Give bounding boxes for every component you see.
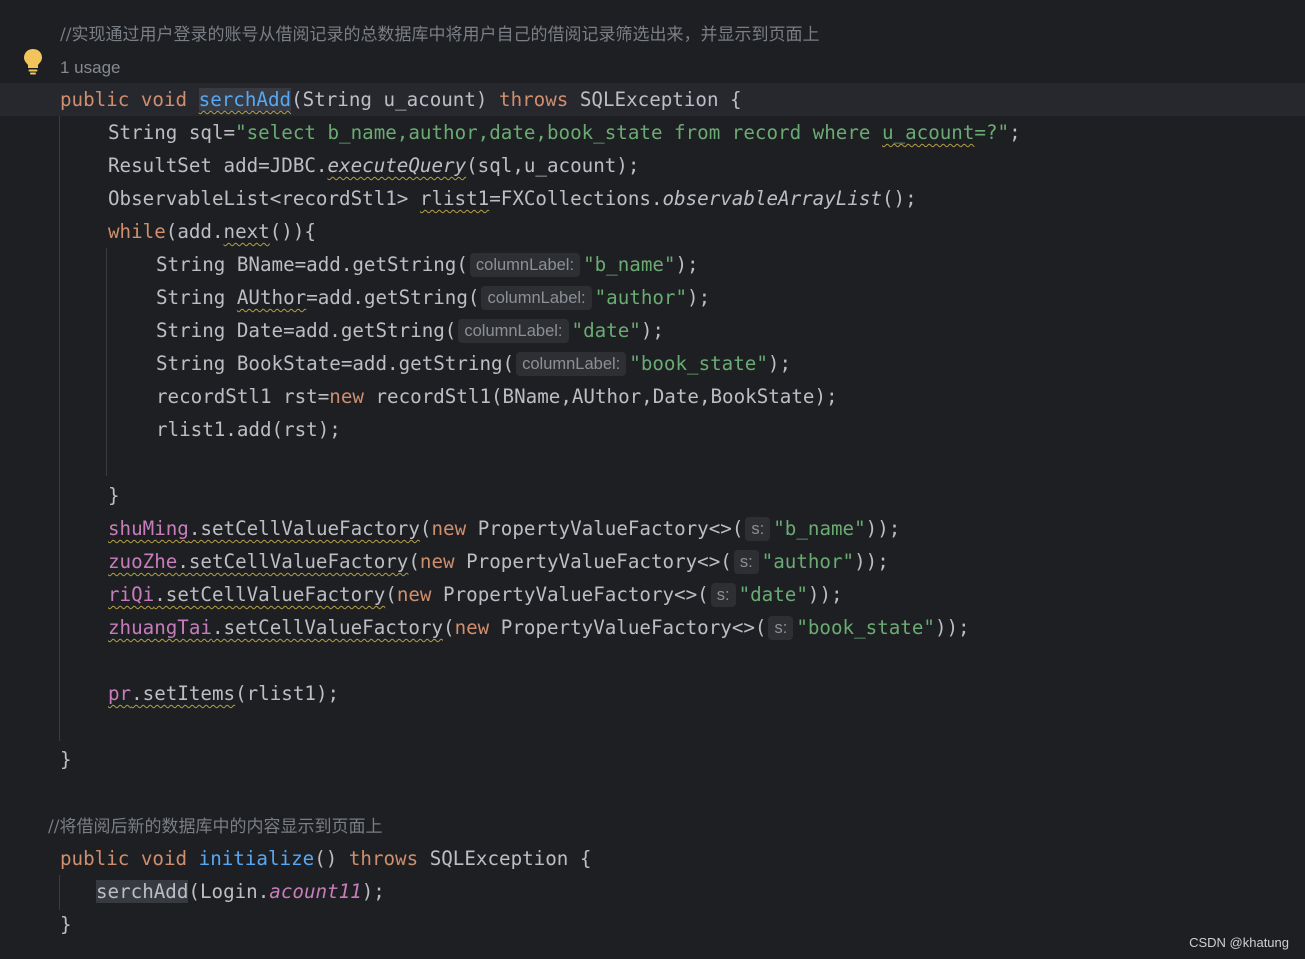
parameter-hint: s: bbox=[745, 517, 771, 541]
code-line[interactable]: riQi.setCellValueFactory(new PropertyVal… bbox=[0, 578, 1305, 611]
code-line[interactable]: String BName=add.getString(columnLabel: "… bbox=[0, 248, 1305, 281]
code-line[interactable]: zuoZhe.setCellValueFactory(new PropertyV… bbox=[0, 545, 1305, 578]
code-line[interactable]: String Date=add.getString(columnLabel: "d… bbox=[0, 314, 1305, 347]
parameter-hint: s: bbox=[710, 583, 736, 607]
code-line[interactable]: ResultSet add=JDBC.executeQuery(sql,u_ac… bbox=[0, 149, 1305, 182]
code-comment: //实现通过用户登录的账号从借阅记录的总数据库中将用户自己的借阅记录筛选出来，并… bbox=[60, 25, 820, 45]
code-line[interactable]: } bbox=[0, 743, 1305, 776]
parameter-hint: s: bbox=[733, 550, 759, 574]
watermark: CSDN @khatung bbox=[1189, 935, 1289, 950]
parameter-hint: columnLabel: bbox=[516, 352, 627, 376]
code-line[interactable]: pr.setItems(rlist1); bbox=[0, 677, 1305, 710]
code-line[interactable]: ObservableList<recordStl1> rlist1=FXColl… bbox=[0, 182, 1305, 215]
code-line[interactable]: recordStl1 rst=new recordStl1(BName,AUth… bbox=[0, 380, 1305, 413]
method-signature-initialize[interactable]: public void initialize() throws SQLExcep… bbox=[0, 842, 1305, 875]
code-line[interactable]: serchAdd(Login.acount11); bbox=[0, 875, 1305, 908]
method-name[interactable]: serchAdd bbox=[198, 88, 292, 111]
code-line[interactable]: zhuangTai.setCellValueFactory(new Proper… bbox=[0, 611, 1305, 644]
parameter-hint: columnLabel: bbox=[469, 253, 581, 277]
method-call-highlight[interactable]: serchAdd bbox=[96, 880, 189, 903]
parameter-hint: columnLabel: bbox=[481, 286, 592, 310]
parameter-hint: s: bbox=[768, 616, 794, 640]
code-line[interactable]: String BookState=add.getString(columnLab… bbox=[0, 347, 1305, 380]
code-line[interactable]: String AUthor=add.getString(columnLabel:… bbox=[0, 281, 1305, 314]
method-signature-serchadd[interactable]: public void serchAdd(String u_acount) th… bbox=[0, 83, 1305, 116]
parameter-hint: columnLabel: bbox=[458, 319, 569, 343]
usage-hint[interactable]: 1 usage bbox=[0, 50, 1305, 83]
code-line[interactable]: } bbox=[0, 908, 1305, 941]
code-line[interactable]: String sql="select b_name,author,date,bo… bbox=[0, 116, 1305, 149]
code-line[interactable]: } bbox=[0, 479, 1305, 512]
code-comment: //将借阅后新的数据库中的内容显示到页面上 bbox=[48, 817, 383, 837]
code-line[interactable]: rlist1.add(rst); bbox=[0, 413, 1305, 446]
code-line[interactable]: shuMing.setCellValueFactory(new Property… bbox=[0, 512, 1305, 545]
code-line[interactable]: while(add.next()){ bbox=[0, 215, 1305, 248]
